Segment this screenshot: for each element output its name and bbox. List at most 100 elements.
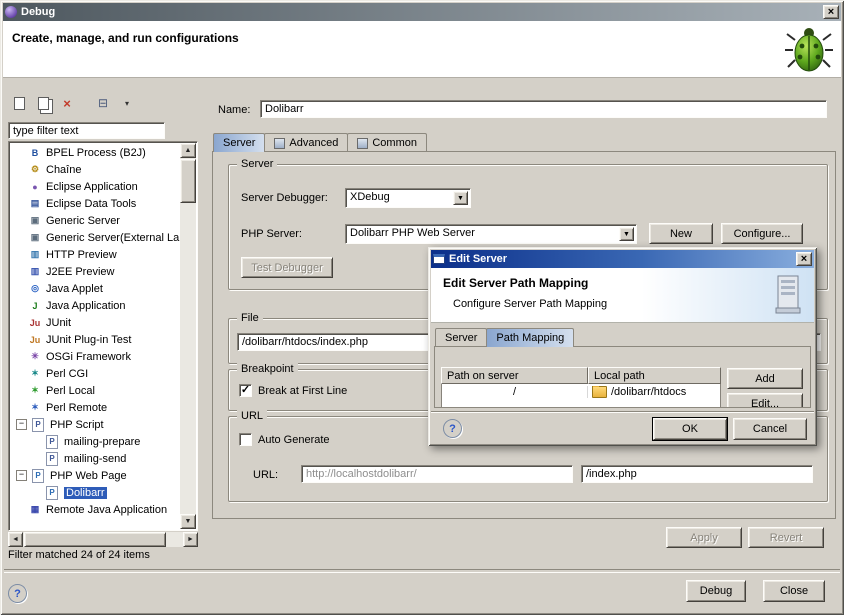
server-group-legend: Server xyxy=(237,158,277,170)
tree-item-label: Java Application xyxy=(46,300,126,312)
chevron-down-icon[interactable]: ▼ xyxy=(619,227,634,241)
mapping-row[interactable]: //dolibarr/htdocs xyxy=(442,384,720,400)
tree-item-junit[interactable]: JuJUnit xyxy=(10,314,180,331)
tree-item-perl-cgi[interactable]: ✶Perl CGI xyxy=(10,365,180,382)
tree-item-java-application[interactable]: J Java Application xyxy=(10,297,180,314)
url-path-input[interactable] xyxy=(581,465,813,483)
filter-input[interactable] xyxy=(8,122,165,139)
scroll-right-icon[interactable]: ► xyxy=(183,532,198,547)
tree-item-perl-remote[interactable]: ✶Perl Remote xyxy=(10,399,180,416)
collapse-node-icon[interactable]: − xyxy=(16,470,27,481)
tab-advanced[interactable]: Advanced xyxy=(264,133,348,152)
path-mapping-panel: Path on serverLocal path //dolibarr/htdo… xyxy=(434,346,811,408)
tree-item-java-applet[interactable]: ◎Java Applet xyxy=(10,280,180,297)
scroll-left-icon[interactable]: ◄ xyxy=(8,532,23,547)
tree-item-label: Perl Local xyxy=(46,385,95,397)
collapse-node-icon[interactable]: − xyxy=(16,419,27,430)
add-mapping-button[interactable]: Add xyxy=(727,368,803,389)
tree-item-label: JUnit Plug-in Test xyxy=(46,334,131,346)
revert-button-label: Revert xyxy=(770,532,802,544)
configure-server-button[interactable]: Configure... xyxy=(721,223,803,244)
tree-item-mailing-prepare[interactable]: Pmailing-prepare xyxy=(10,433,180,450)
tree-item-label: mailing-send xyxy=(64,453,126,465)
tree-item-j2ee-preview[interactable]: ▥J2EE Preview xyxy=(10,263,180,280)
edit-server-close-button[interactable]: × xyxy=(796,252,812,266)
server-debugger-select[interactable]: XDebug ▼ xyxy=(345,188,471,208)
window-title: Debug xyxy=(21,6,55,18)
tree-item-label: Generic Server(External La xyxy=(46,232,179,244)
tree-item-dolibarr[interactable]: PDolibarr xyxy=(10,484,180,501)
local-path-cell: /dolibarr/htdocs xyxy=(588,386,720,398)
url-base-input[interactable] xyxy=(301,465,573,483)
tab-dialog-server[interactable]: Server xyxy=(435,328,487,347)
scroll-down-icon[interactable]: ▼ xyxy=(180,514,196,529)
debug-button[interactable]: Debug xyxy=(686,580,746,602)
revert-button[interactable]: Revert xyxy=(748,527,824,548)
horizontal-scroll-thumb[interactable] xyxy=(24,532,166,547)
edit-mapping-button[interactable]: Edit... xyxy=(727,393,803,408)
cancel-button[interactable]: Cancel xyxy=(733,418,807,440)
column-header-path-on-server[interactable]: Path on server xyxy=(441,367,588,384)
new-config-button[interactable] xyxy=(10,94,28,112)
column-header-local-path[interactable]: Local path xyxy=(588,367,721,384)
name-input[interactable] xyxy=(260,100,827,118)
dialog-help-button[interactable]: ? xyxy=(443,419,462,438)
checkbox-unchecked-icon[interactable] xyxy=(239,433,252,446)
tree-item-generic-server[interactable]: ▣Generic Server xyxy=(10,212,180,229)
php-web-page-icon: P xyxy=(32,469,44,483)
tree-item-php-web-page[interactable]: −PPHP Web Page xyxy=(10,467,180,484)
apply-button[interactable]: Apply xyxy=(666,527,742,548)
tree-vertical-scrollbar[interactable]: ▲ ▼ xyxy=(180,143,196,529)
tree-item-generic-server-external-la[interactable]: ▣Generic Server(External La xyxy=(10,229,180,246)
tree-item-eclipse-data-tools[interactable]: ▤Eclipse Data Tools xyxy=(10,195,180,212)
filter-menu-button[interactable]: ▾ xyxy=(118,94,136,112)
tab-common[interactable]: Common xyxy=(347,133,427,152)
test-debugger-button[interactable]: Test Debugger xyxy=(241,257,333,278)
tree-item-perl-local[interactable]: ✶Perl Local xyxy=(10,382,180,399)
duplicate-config-button[interactable] xyxy=(34,94,52,112)
help-button[interactable]: ? xyxy=(8,584,27,603)
delete-config-button[interactable]: × xyxy=(58,94,76,112)
debug-configurations-window: Debug × Create, manage, and run configur… xyxy=(0,0,844,615)
scroll-up-icon[interactable]: ▲ xyxy=(180,143,196,158)
close-icon: × xyxy=(828,7,834,17)
tree-item-mailing-send[interactable]: Pmailing-send xyxy=(10,450,180,467)
new-server-button[interactable]: New xyxy=(649,223,713,244)
tree-item-cha-ne[interactable]: ⚙Chaîne xyxy=(10,161,180,178)
tree-item-remote-java-application[interactable]: ▦Remote Java Application xyxy=(10,501,180,518)
tree-item-label: Dolibarr xyxy=(64,487,107,499)
auto-generate-option[interactable]: Auto Generate xyxy=(239,433,330,446)
tree-item-eclipse-application[interactable]: ●Eclipse Application xyxy=(10,178,180,195)
ok-button[interactable]: OK xyxy=(653,418,727,440)
window-close-button[interactable]: × xyxy=(823,5,839,19)
tab-server[interactable]: Server xyxy=(213,133,265,152)
tree-item-http-preview[interactable]: ▥HTTP Preview xyxy=(10,246,180,263)
collapse-all-button[interactable]: ⊟ xyxy=(94,94,112,112)
file-group-legend: File xyxy=(237,312,263,324)
chevron-down-icon[interactable]: ▼ xyxy=(453,191,468,205)
bpel-process-icon: B xyxy=(28,146,42,159)
debug-button-label: Debug xyxy=(700,585,732,597)
dialog-header-band: Create, manage, and run configurations xyxy=(3,21,841,78)
footer-separator xyxy=(4,569,840,573)
help-icon: ? xyxy=(14,588,21,600)
checkbox-checked-icon[interactable]: ✓ xyxy=(239,384,252,397)
java-application-icon: J xyxy=(28,299,42,312)
php-server-select[interactable]: Dolibarr PHP Web Server ▼ xyxy=(345,224,637,244)
tree-item-label: HTTP Preview xyxy=(46,249,117,261)
tree-item-label: JUnit xyxy=(46,317,71,329)
java-applet-icon: ◎ xyxy=(28,282,42,295)
close-button[interactable]: Close xyxy=(763,580,825,602)
close-button-label: Close xyxy=(780,585,808,597)
tree-item-osgi-framework[interactable]: ✳OSGi Framework xyxy=(10,348,180,365)
tree-horizontal-scrollbar[interactable]: ◄ ► xyxy=(8,532,198,547)
config-tree-list: BBPEL Process (B2J)⚙Chaîne●Eclipse Appli… xyxy=(10,144,180,529)
edit-server-dialog: Edit Server × Edit Server Path Mapping C… xyxy=(428,247,817,446)
tree-item-junit-plug-in-test[interactable]: JuJUnit Plug-in Test xyxy=(10,331,180,348)
tree-item-php-script[interactable]: −PPHP Script xyxy=(10,416,180,433)
vertical-scroll-thumb[interactable] xyxy=(180,159,196,203)
tree-item-bpel-process-b2j[interactable]: BBPEL Process (B2J) xyxy=(10,144,180,161)
php-server-label: PHP Server: xyxy=(241,228,302,240)
break-first-line-option[interactable]: ✓ Break at First Line xyxy=(239,384,347,397)
tab-path-mapping[interactable]: Path Mapping xyxy=(486,328,574,347)
